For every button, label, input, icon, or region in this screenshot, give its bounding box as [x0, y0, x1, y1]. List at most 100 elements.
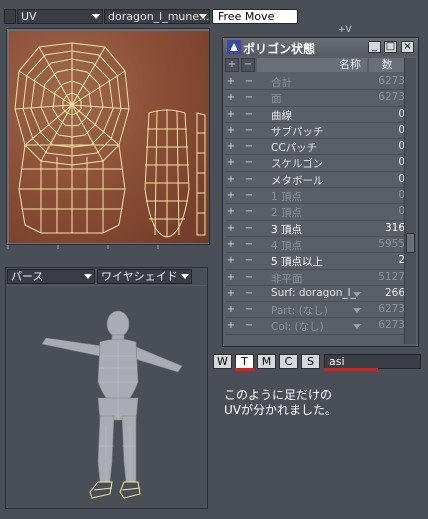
tab-s[interactable]: S [301, 354, 320, 369]
remove-selection-button[interactable]: − [243, 157, 255, 168]
axis-label: +V [338, 25, 352, 35]
add-selection-button[interactable]: + [225, 304, 237, 315]
tab-c[interactable]: C [279, 354, 298, 369]
stat-name: 3 頂点 [271, 223, 303, 236]
stats-row[interactable]: + − 合計 6273 [225, 74, 405, 91]
stats-row[interactable]: + − 3 頂点 316 [225, 221, 405, 237]
stat-name: CCパッチ [271, 142, 318, 155]
tab-w[interactable]: W [213, 354, 232, 369]
remove-selection-button[interactable]: − [243, 174, 255, 185]
stat-count: 0 [398, 123, 405, 136]
remove-selection-button[interactable]: − [243, 272, 255, 283]
stats-row[interactable]: + − 非平面 5127 [225, 270, 405, 286]
add-selection-button[interactable]: + [225, 320, 237, 331]
header-plus[interactable]: + [225, 58, 239, 72]
header-name[interactable]: 名称 [257, 58, 367, 72]
header-minus[interactable]: − [241, 58, 255, 72]
close-button[interactable]: × [401, 41, 414, 53]
table-header: + − 名称 数 [225, 58, 405, 72]
stats-row[interactable]: + − 面 6273 [225, 90, 405, 107]
add-selection-button[interactable]: + [225, 141, 237, 152]
minimize-button[interactable]: _ [368, 41, 381, 53]
scrollbar[interactable] [404, 58, 416, 344]
stats-row[interactable]: + − スケルゴン 0 [225, 155, 405, 172]
map-name-field[interactable]: asi [324, 354, 421, 369]
surface-label: doragon_l_mune... [108, 10, 210, 23]
polygon-stats-window: ポリゴン状態 _ □ × + − 名称 数 + − 合計 6273 + − 面 6273 + − 曲… [222, 37, 419, 347]
add-selection-button[interactable]: + [225, 255, 237, 266]
remove-selection-button[interactable]: − [243, 255, 255, 266]
perspective-viewport[interactable]: パース ワイヤシェイド [5, 267, 208, 509]
viewport-toolbar: パース ワイヤシェイド [6, 268, 207, 285]
add-selection-button[interactable]: + [225, 190, 237, 201]
chevron-down-icon[interactable] [353, 324, 361, 330]
remove-selection-button[interactable]: − [243, 92, 255, 103]
stat-count: 0 [398, 205, 405, 218]
remove-selection-button[interactable]: − [243, 223, 255, 234]
tab-t[interactable]: T [235, 354, 254, 369]
uv-viewport[interactable] [6, 28, 210, 245]
stats-row[interactable]: + − 4 頂点 5955 [225, 237, 405, 254]
stats-row[interactable]: + − Surf: doragon_l_ 266 [225, 286, 405, 303]
stat-count: 0 [398, 172, 405, 185]
stat-name: 4 頂点 [271, 239, 303, 252]
add-selection-button[interactable]: + [225, 239, 237, 250]
window-title: ポリゴン状態 [243, 42, 316, 56]
shading-dropdown[interactable]: ワイヤシェイド [97, 269, 192, 284]
stat-count: 266 [384, 286, 405, 299]
add-selection-button[interactable]: + [225, 157, 237, 168]
remove-selection-button[interactable]: − [243, 304, 255, 315]
polygon-icon [227, 40, 241, 54]
stat-name: 5 頂点以上 [271, 256, 324, 269]
add-selection-button[interactable]: + [225, 92, 237, 103]
uv-map-dropdown[interactable]: UV [17, 9, 103, 24]
remove-selection-button[interactable]: − [243, 190, 255, 201]
add-selection-button[interactable]: + [225, 206, 237, 217]
stat-count: 6273 [378, 75, 405, 87]
add-selection-button[interactable]: + [225, 109, 237, 120]
stat-name: 2 頂点 [271, 207, 303, 220]
chevron-down-icon[interactable] [353, 308, 361, 314]
remove-selection-button[interactable]: − [243, 141, 255, 152]
surface-dropdown[interactable]: doragon_l_mune... [104, 9, 210, 24]
maximize-button[interactable]: □ [384, 41, 397, 53]
scrollbar-thumb[interactable] [406, 233, 415, 253]
stats-row[interactable]: + − メタボール 0 [225, 172, 405, 189]
stat-count: 0 [398, 140, 405, 153]
remove-selection-button[interactable]: − [243, 109, 255, 120]
stats-row[interactable]: + − 5 頂点以上 2 [225, 253, 405, 270]
tab-m[interactable]: M [257, 354, 276, 369]
remove-selection-button[interactable]: − [243, 76, 255, 87]
tool-mode-button[interactable]: Free Move [212, 9, 298, 24]
stats-row[interactable]: + − 曲線 0 [225, 107, 405, 123]
remove-selection-button[interactable]: − [243, 320, 255, 331]
stats-row[interactable]: + − 1 頂点 0 [225, 188, 405, 205]
window-title-bar[interactable]: ポリゴン状態 _ □ × [223, 38, 418, 56]
stats-row[interactable]: + − Col: (なし) 6273 [225, 318, 405, 335]
caption-text: このように足だけの UVが分かれました。 [224, 388, 414, 418]
tool-mode-label: Free Move [218, 10, 275, 23]
projection-dropdown[interactable]: パース [7, 269, 95, 284]
stats-row[interactable]: + − 2 頂点 0 [225, 204, 405, 221]
stats-row[interactable]: + − CCパッチ 0 [225, 139, 405, 156]
stats-row[interactable]: + − サブパッチ 0 [225, 123, 405, 140]
add-selection-button[interactable]: + [225, 76, 237, 87]
remove-selection-button[interactable]: − [243, 125, 255, 136]
add-selection-button[interactable]: + [225, 174, 237, 185]
header-count[interactable]: 数 [369, 58, 405, 72]
chevron-down-icon [92, 14, 100, 19]
add-selection-button[interactable]: + [225, 223, 237, 234]
uv-map-label: UV [21, 10, 37, 23]
mode-dropdown[interactable] [4, 9, 16, 24]
add-selection-button[interactable]: + [225, 288, 237, 299]
remove-selection-button[interactable]: − [243, 206, 255, 217]
chevron-down-icon [181, 274, 189, 279]
shading-label: ワイヤシェイド [101, 270, 178, 283]
remove-selection-button[interactable]: − [243, 288, 255, 299]
stat-count: 5127 [378, 270, 405, 283]
add-selection-button[interactable]: + [225, 272, 237, 283]
remove-selection-button[interactable]: − [243, 239, 255, 250]
add-selection-button[interactable]: + [225, 125, 237, 136]
chevron-down-icon[interactable] [353, 291, 361, 297]
stats-row[interactable]: + − Part: (なし) 6273 [225, 302, 405, 319]
